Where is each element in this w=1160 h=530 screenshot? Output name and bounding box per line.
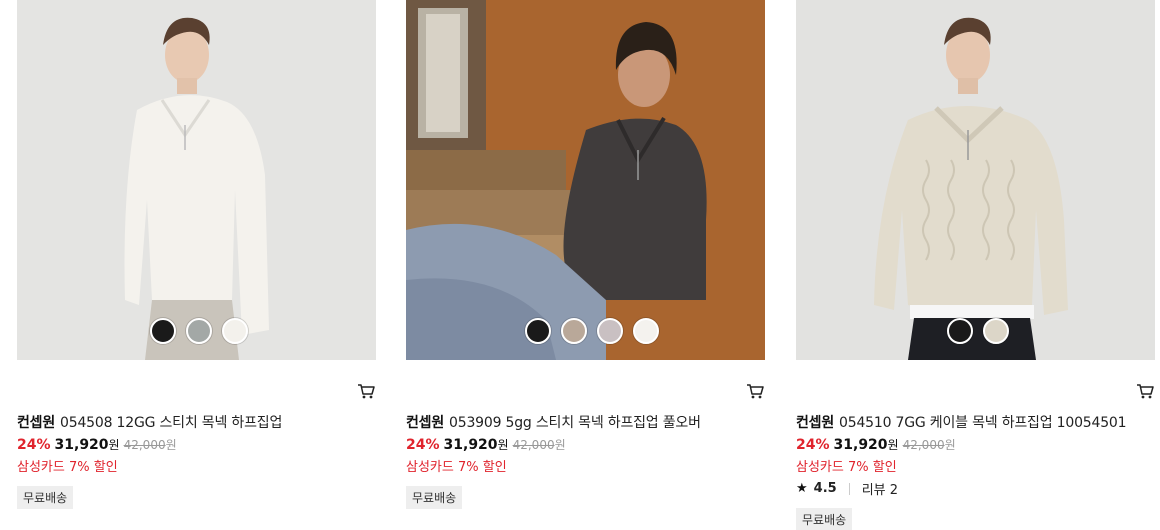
product-card[interactable]: 컨셉원 053909 5gg 스티치 목넥 하프집업 풀오버 24% 31,920…: [406, 0, 765, 509]
color-swatches: [947, 318, 1009, 344]
original-price: 42,000: [123, 438, 166, 452]
discount-rate: 24%: [17, 437, 51, 453]
brand-name: 컨셉원: [17, 415, 56, 431]
product-name[interactable]: 컨셉원 054510 7GG 케이블 목넥 하프집업 10054501: [796, 412, 1127, 432]
color-swatch[interactable]: [186, 318, 212, 344]
add-to-cart-button[interactable]: [1135, 381, 1155, 401]
brand-name: 컨셉원: [406, 415, 445, 431]
color-swatches: [525, 318, 659, 344]
free-shipping-badge: 무료배송: [796, 508, 853, 530]
currency-unit: 원: [108, 438, 120, 452]
original-price: 42,000: [902, 438, 945, 452]
product-image[interactable]: [406, 0, 765, 360]
cart-icon: [358, 384, 375, 399]
color-swatch[interactable]: [947, 318, 973, 344]
color-swatch[interactable]: [525, 318, 551, 344]
product-card[interactable]: 컨셉원 054508 12GG 스티치 목넥 하프집업 24% 31,920원 4…: [17, 0, 376, 509]
card-discount-text: 삼성카드 7% 할인: [17, 460, 118, 475]
star-icon: ★: [796, 481, 808, 496]
color-swatch[interactable]: [983, 318, 1009, 344]
discount-rate: 24%: [406, 437, 440, 453]
free-shipping-badge: 무료배송: [17, 486, 74, 509]
color-swatch[interactable]: [633, 318, 659, 344]
price-row: 24% 31,920원 42,000원: [17, 436, 177, 453]
rating-value: 4.5: [813, 481, 837, 496]
discount-rate: 24%: [796, 437, 830, 453]
color-swatches: [150, 318, 248, 344]
color-swatch[interactable]: [561, 318, 587, 344]
product-title: 054508 12GG 스티치 목넥 하프집업: [60, 415, 283, 431]
original-currency-unit: 원: [554, 438, 566, 452]
brand-name: 컨셉원: [796, 415, 835, 431]
color-swatch[interactable]: [597, 318, 623, 344]
product-title: 053909 5gg 스티치 목넥 하프집업 풀오버: [449, 415, 701, 431]
card-discount-text: 삼성카드 7% 할인: [796, 460, 897, 475]
price-row: 24% 31,920원 42,000원: [796, 436, 956, 453]
original-currency-unit: 원: [165, 438, 177, 452]
currency-unit: 원: [887, 438, 899, 452]
product-name[interactable]: 컨셉원 054508 12GG 스티치 목넥 하프집업: [17, 412, 282, 432]
price-row: 24% 31,920원 42,000원: [406, 436, 566, 453]
review-count: 리뷰 2: [861, 483, 899, 498]
original-currency-unit: 원: [944, 438, 956, 452]
color-swatch[interactable]: [150, 318, 176, 344]
add-to-cart-button[interactable]: [356, 381, 376, 401]
add-to-cart-button[interactable]: [745, 381, 765, 401]
product-image[interactable]: [796, 0, 1155, 360]
rating-row[interactable]: ★ 4.5 리뷰 2: [796, 479, 898, 498]
sale-price: 31,920: [54, 437, 109, 453]
cart-icon: [1137, 384, 1154, 399]
sale-price: 31,920: [443, 437, 498, 453]
product-image[interactable]: [17, 0, 376, 360]
card-discount-text: 삼성카드 7% 할인: [406, 460, 507, 475]
cart-icon: [747, 384, 764, 399]
original-price: 42,000: [512, 438, 555, 452]
color-swatch[interactable]: [222, 318, 248, 344]
divider: [848, 482, 850, 495]
sale-price: 31,920: [833, 437, 888, 453]
product-name[interactable]: 컨셉원 053909 5gg 스티치 목넥 하프집업 풀오버: [406, 412, 701, 432]
product-grid: 컨셉원 054508 12GG 스티치 목넥 하프집업 24% 31,920원 4…: [0, 0, 1160, 530]
free-shipping-badge: 무료배송: [406, 486, 463, 509]
product-title: 054510 7GG 케이블 목넥 하프집업 10054501: [839, 415, 1127, 431]
currency-unit: 원: [497, 438, 509, 452]
product-card[interactable]: 컨셉원 054510 7GG 케이블 목넥 하프집업 10054501 24% 3…: [796, 0, 1155, 530]
